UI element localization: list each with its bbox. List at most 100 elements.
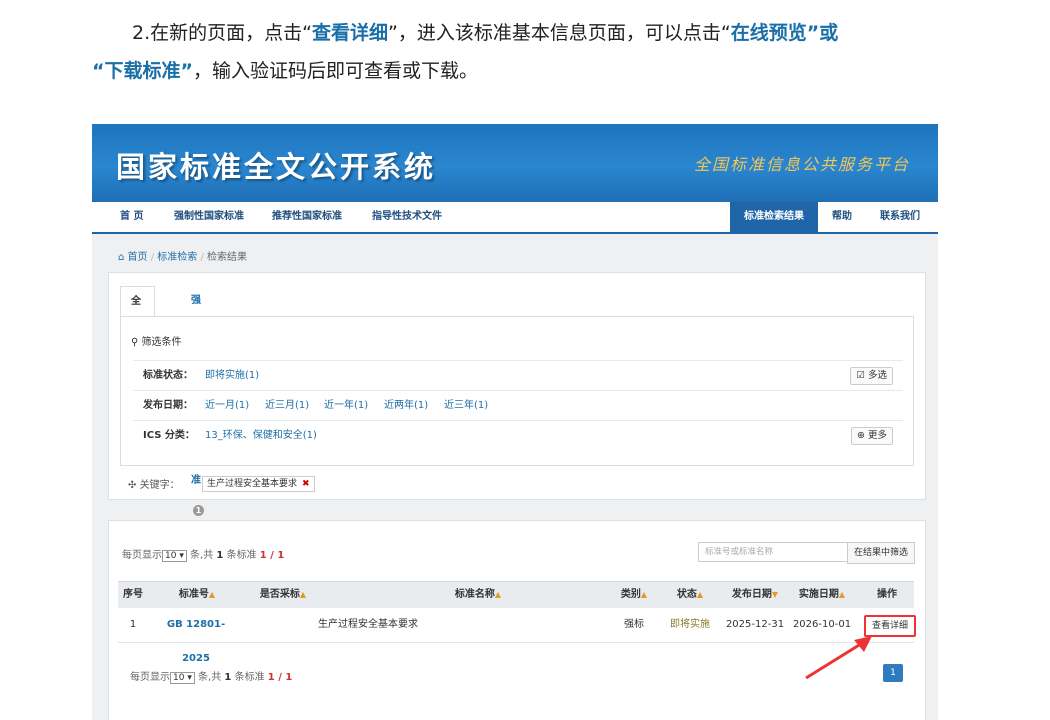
filter-date-3years[interactable]: 近三年(1) (444, 391, 488, 420)
sort-icon: ▲ (494, 590, 502, 599)
filter-row-ics: ICS 分类： 13_环保、保健和安全(1) ⊕ 更多 (133, 420, 903, 450)
breadcrumb: ⌂ 首页 / 标准检索 / 检索结果 (118, 248, 247, 263)
col-implement-label: 实施日期 (798, 589, 839, 600)
filter-date-label: 发布日期： (143, 400, 193, 411)
page-indicator-bottom: 1 / 1 (267, 672, 293, 683)
sort-icon: ▲ (299, 590, 307, 599)
instruction-text: 2.在新的页面，点击“查看详细”，进入该标准基本信息页面，可以点击“在线预览”或… (92, 14, 952, 90)
col-name[interactable]: 标准名称▲ (408, 582, 548, 608)
intro-highlight-download: “下载标准” (92, 60, 193, 82)
breadcrumb-current: 检索结果 (207, 252, 248, 263)
sort-desc-icon: ▼ (771, 590, 779, 599)
standard-code-link[interactable]: GB 12801-2025 (154, 608, 238, 664)
filter-status-option[interactable]: 即将实施(1) (205, 361, 259, 390)
filter-ics-label: ICS 分类： (143, 430, 195, 441)
pager-bottom-prefix: 每页显示 (130, 672, 170, 683)
chevron-down-icon: ▾ (187, 673, 192, 683)
remove-keyword-icon[interactable]: ✖ (302, 479, 310, 489)
sort-icon: ▲ (838, 590, 846, 599)
nav-recommended[interactable]: 推荐性国家标准 (272, 202, 342, 232)
intro-highlight-detail: 查看详细 (311, 22, 388, 44)
pager-bottom-unit: 条标准 (234, 672, 265, 683)
col-type[interactable]: 类别▲ (612, 582, 656, 608)
keyword-value: 生产过程安全基本要求 (207, 479, 298, 489)
page-indicator-top: 1 / 1 (259, 550, 285, 561)
page-1-button[interactable]: 1 (883, 664, 903, 682)
multi-select-button[interactable]: ☑ 多选 (850, 367, 893, 385)
main-nav: 首 页 强制性国家标准 推荐性国家标准 指导性技术文件 标准检索结果 帮助 联系… (92, 202, 938, 234)
filter-ics-option[interactable]: 13_环保、保健和安全(1) (205, 421, 317, 450)
row-adopted (248, 608, 318, 642)
filter-title: ⚲ 筛选条件 (131, 333, 182, 348)
col-action: 操作 (877, 589, 897, 600)
breadcrumb-home[interactable]: 首页 (128, 252, 148, 263)
tab-mandatory[interactable]: 强制性国家标准1 (191, 286, 204, 516)
col-code[interactable]: 标准号▲ (162, 582, 232, 608)
col-no: 序号 (123, 589, 143, 600)
row-no: 1 (129, 619, 137, 630)
filter-date-month[interactable]: 近一月(1) (205, 391, 249, 420)
standard-name: 生产过程安全基本要求 (318, 619, 418, 630)
page-size-select-top[interactable]: 10 ▾ (162, 550, 187, 562)
filter-row-status: 标准状态： 即将实施(1) ☑ 多选 (133, 360, 903, 390)
site-title: 国家标准全文公开系统 (116, 150, 437, 184)
intro-text-3: ，输入验证码后即可查看或下载。 (192, 60, 478, 82)
checkbox-icon: ☑ (856, 370, 865, 381)
col-implement[interactable]: 实施日期▲ (790, 582, 854, 608)
nav-guidance[interactable]: 指导性技术文件 (372, 202, 442, 232)
arrow-head (854, 636, 872, 652)
filter-search-input[interactable]: 标准号或标准名称 (698, 542, 854, 562)
nav-contact[interactable]: 联系我们 (880, 202, 920, 232)
col-adopted[interactable]: 是否采标▲ (248, 582, 318, 608)
filter-date-year[interactable]: 近一年(1) (324, 391, 368, 420)
site-banner: 国家标准全文公开系统 全国标准信息公共服务平台 (92, 124, 938, 202)
home-icon: ⌂ (118, 252, 125, 263)
nav-mandatory[interactable]: 强制性国家标准 (174, 202, 244, 232)
filter-in-results-button[interactable]: 在结果中筛选 (847, 542, 915, 564)
more-label: 更多 (867, 430, 887, 441)
filter-date-2years[interactable]: 近两年(1) (384, 391, 428, 420)
filter-panel: ⚲ 筛选条件 标准状态： 即将实施(1) ☑ 多选 发布日期： 近一月(1) 近… (120, 316, 914, 466)
col-status[interactable]: 状态▲ (666, 582, 714, 608)
row-publish-date: 2025-12-31 (725, 619, 785, 630)
filter-title-label: 筛选条件 (141, 337, 182, 348)
multi-select-label: 多选 (867, 370, 887, 381)
breadcrumb-separator: / (150, 252, 155, 263)
plus-circle-icon: ⊕ (856, 430, 865, 441)
pager-top-mid: 条,共 (190, 550, 214, 561)
sort-icon: ▲ (208, 590, 216, 599)
move-icon: ✣ (128, 480, 137, 491)
col-publish-label: 发布日期 (731, 589, 772, 600)
intro-highlight-preview: 在线预览”或 (730, 22, 839, 44)
intro-text-2: ”，进入该标准基本信息页面，可以点击“ (388, 22, 731, 44)
nav-help[interactable]: 帮助 (832, 202, 852, 232)
col-code-label: 标准号 (178, 589, 209, 600)
more-button[interactable]: ⊕ 更多 (850, 427, 893, 445)
intro-text-1: 2.在新的页面，点击“ (132, 22, 312, 44)
keyword-label-text: 关键字： (139, 480, 180, 491)
breadcrumb-search[interactable]: 标准检索 (157, 252, 197, 263)
nav-home[interactable]: 首 页 (120, 202, 143, 232)
pager-bottom-mid: 条,共 (198, 672, 222, 683)
arrow-annotation-icon (805, 636, 872, 680)
keyword-label: ✣ 关键字： (128, 476, 180, 491)
filter-date-3months[interactable]: 近三月(1) (265, 391, 309, 420)
col-publish[interactable]: 发布日期▼ (722, 582, 788, 608)
pager-top-unit: 条标准 (226, 550, 257, 561)
filter-row-date: 发布日期： 近一月(1) 近三月(1) 近一年(1) 近两年(1) 近三年(1) (133, 390, 903, 420)
breadcrumb-separator: / (200, 252, 204, 263)
sort-icon: ▲ (696, 590, 704, 599)
page-size-top-value: 10 (165, 551, 177, 561)
tab-all[interactable]: 全部1 (120, 286, 155, 367)
result-count-top: 1 (216, 550, 224, 561)
row-status: 即将实施 (670, 619, 710, 630)
page-size-select-bottom[interactable]: 10 ▾ (170, 672, 195, 684)
page-size-bottom-value: 10 (173, 673, 185, 683)
row-type: 强标 (624, 619, 644, 630)
result-count-bottom: 1 (224, 672, 232, 683)
pager-top: 每页显示 10 ▾ 条,共 1 条标准 1 / 1 (122, 546, 284, 562)
site-subtitle: 全国标准信息公共服务平台 (693, 155, 910, 174)
tab-mandatory-count: 1 (193, 504, 204, 516)
col-adopted-label: 是否采标 (259, 589, 300, 600)
nav-search-results[interactable]: 标准检索结果 (730, 202, 818, 232)
